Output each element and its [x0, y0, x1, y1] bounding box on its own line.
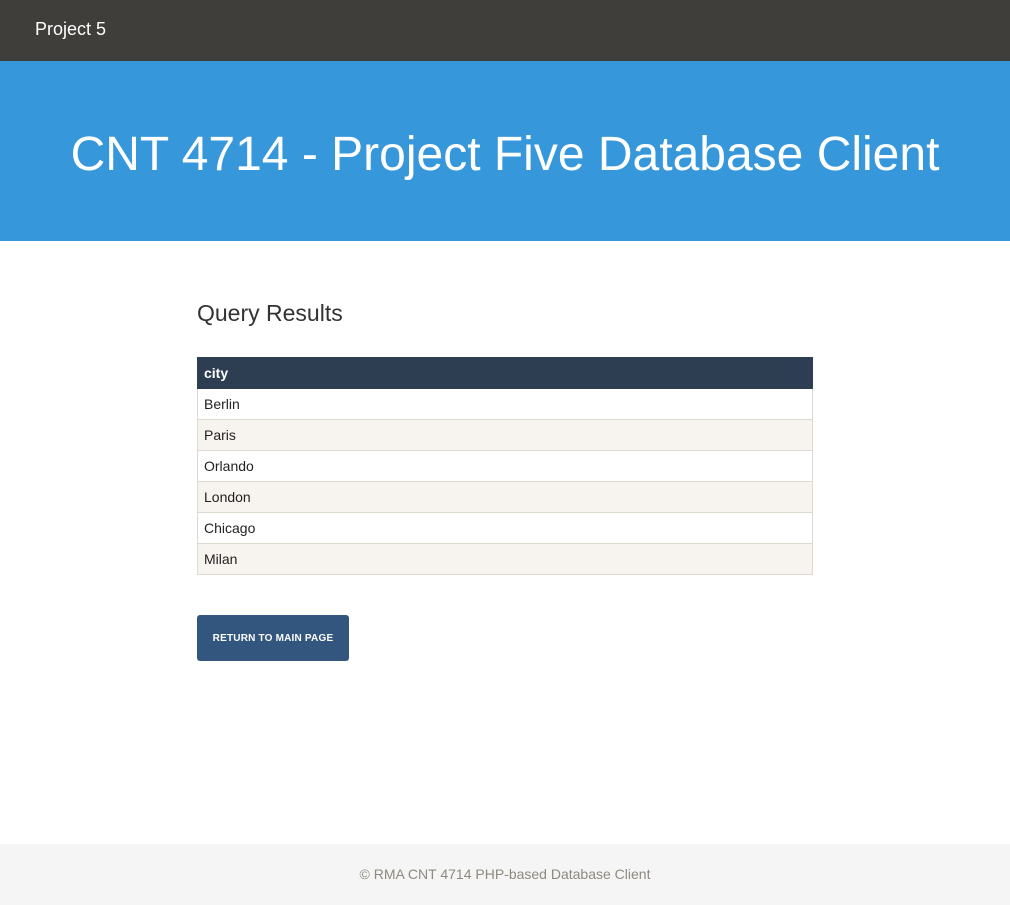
results-heading: Query Results	[197, 300, 343, 326]
return-to-main-page-button[interactable]: RETURN TO MAIN PAGE	[197, 615, 349, 661]
table-header: city	[197, 357, 813, 389]
header-row: city	[197, 357, 813, 389]
footer-copyright: © RMA CNT 4714 PHP-based Database Client	[359, 866, 651, 882]
table-body: Berlin Paris Orlando London Chicago Mila…	[197, 388, 813, 575]
brand-link[interactable]: Project 5	[35, 18, 106, 40]
table-row: Milan	[197, 543, 813, 575]
hero-banner: CNT 4714 - Project Five Database Client	[0, 61, 1010, 241]
page-title: CNT 4714 - Project Five Database Client	[70, 128, 940, 181]
table-cell-city: Chicago	[197, 512, 813, 544]
table-row: Paris	[197, 419, 813, 451]
table-cell-city: London	[197, 481, 813, 513]
table-cell-city: Milan	[197, 543, 813, 575]
table-cell-city: Orlando	[197, 450, 813, 482]
results-table: city Berlin Paris Orlando London Chicago…	[197, 357, 813, 575]
table-row: Orlando	[197, 450, 813, 482]
table-row: London	[197, 481, 813, 513]
table-row: Chicago	[197, 512, 813, 544]
column-header-city: city	[197, 357, 813, 389]
table-row: Berlin	[197, 388, 813, 420]
table-cell-city: Paris	[197, 419, 813, 451]
navbar: Project 5	[0, 0, 1010, 61]
main-content: Query Results city Berlin Paris Orlando …	[197, 299, 813, 661]
footer: © RMA CNT 4714 PHP-based Database Client	[0, 844, 1010, 905]
table-cell-city: Berlin	[197, 388, 813, 420]
